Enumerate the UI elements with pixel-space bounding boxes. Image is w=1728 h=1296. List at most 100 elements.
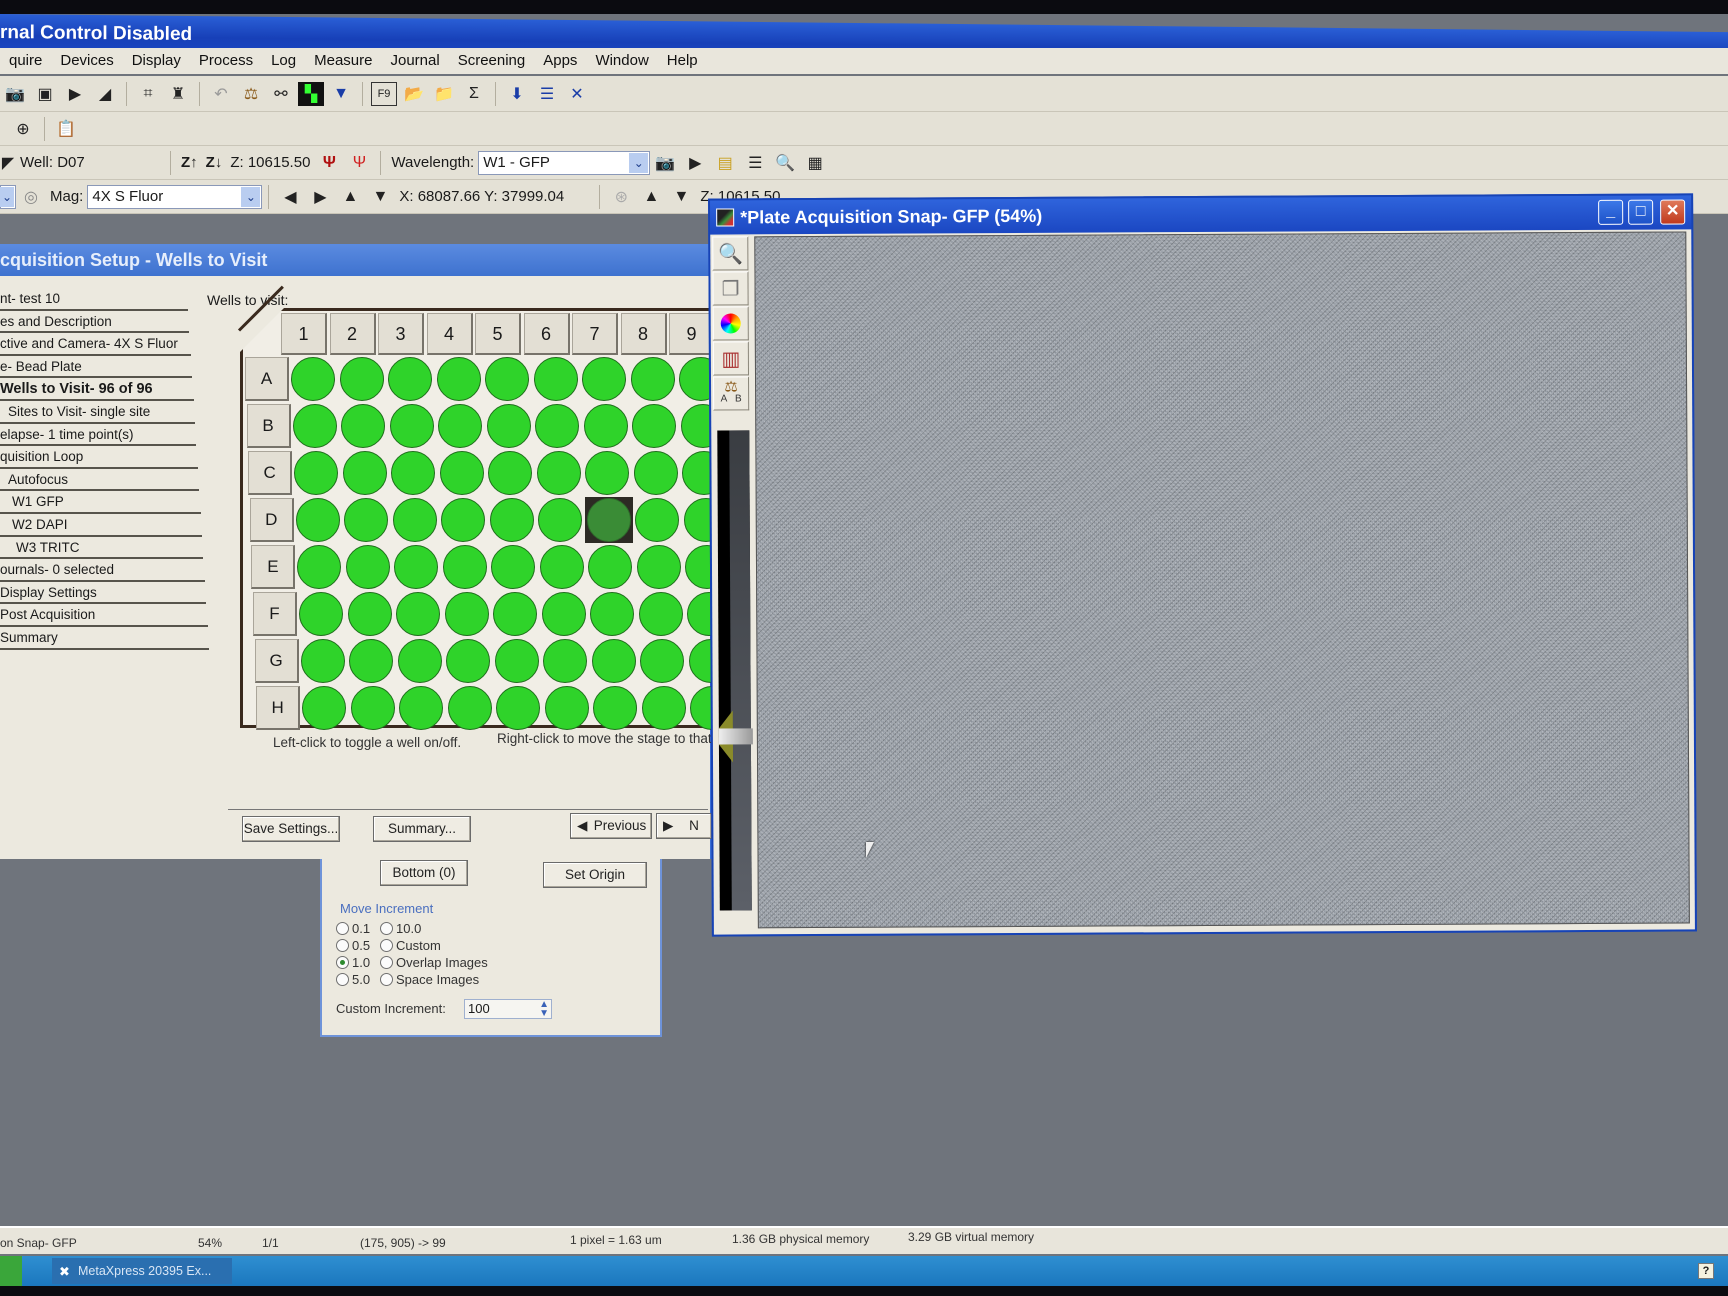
well-D3[interactable] (392, 498, 437, 542)
increment-radio-0-1[interactable]: 0.1 (336, 921, 370, 936)
setup-nav-item[interactable]: elapse- 1 time point(s) (0, 424, 197, 447)
previous-button[interactable]: ◀ Previous (570, 813, 652, 839)
lut-slider-thumb[interactable] (718, 728, 753, 745)
increment-radio-5-0[interactable]: 5.0 (336, 972, 370, 987)
well-E7[interactable] (588, 545, 633, 589)
well-E5[interactable] (491, 545, 536, 589)
next-button[interactable]: ▶ N (656, 813, 712, 839)
increment-radio-custom[interactable]: Custom (380, 938, 441, 953)
well-B3[interactable] (389, 404, 434, 448)
stage-right-icon[interactable]: ▶ (307, 185, 333, 209)
setup-nav-item[interactable]: Sites to Visit- single site (0, 401, 195, 424)
increment-radio-1-0[interactable]: 1.0 (336, 955, 370, 970)
row-header-C[interactable]: C (248, 451, 293, 495)
well-G8[interactable] (640, 639, 685, 683)
well-A4[interactable] (436, 357, 481, 401)
well-C1[interactable] (294, 451, 339, 495)
well-F1[interactable] (299, 592, 343, 636)
radio-circle-icon[interactable] (336, 956, 349, 969)
plate-list-icon[interactable]: ☰ (534, 82, 560, 106)
well-B2[interactable] (341, 404, 386, 448)
well-E6[interactable] (539, 545, 584, 589)
summary-button[interactable]: Summary... (373, 816, 471, 842)
well-H6[interactable] (544, 686, 589, 730)
plate-search-icon[interactable]: 🔍 (772, 151, 798, 175)
chevron-down-icon[interactable]: ⌄ (241, 186, 261, 207)
row-header-F[interactable]: F (253, 592, 297, 636)
balance-ab-icon[interactable]: ⚖ A B (713, 376, 750, 411)
well-G1[interactable] (300, 639, 345, 683)
spin-arrows-icon[interactable]: ▲ ▼ (539, 1000, 549, 1019)
well-B8[interactable] (632, 404, 677, 448)
well-D2[interactable] (344, 498, 389, 542)
well-E1[interactable] (297, 545, 342, 589)
radio-circle-icon[interactable] (380, 973, 393, 986)
menu-item-log[interactable]: Log (262, 52, 305, 74)
f9-icon[interactable]: F9 (371, 81, 397, 106)
minimize-button[interactable]: _ (1598, 199, 1624, 225)
radio-circle-icon[interactable] (380, 939, 393, 952)
menu-item-apps[interactable]: Apps (534, 52, 586, 74)
radio-circle-icon[interactable] (336, 939, 349, 952)
row-header-H[interactable]: H (256, 686, 301, 730)
well-G7[interactable] (591, 639, 636, 683)
close-button[interactable]: ✕ (1660, 199, 1686, 225)
wavelength-select[interactable]: W1 - GFP ⌄ (478, 150, 651, 175)
image-window-titlebar[interactable]: *Plate Acquisition Snap- GFP (54%) _ □ ✕ (710, 195, 1692, 235)
setup-nav-item[interactable]: ctive and Camera- 4X S Fluor (0, 333, 191, 356)
well-F4[interactable] (444, 592, 489, 636)
increment-radio-0-5[interactable]: 0.5 (336, 938, 370, 953)
radio-circle-icon[interactable] (336, 922, 349, 935)
acquire-ramp-icon[interactable]: ◢ (92, 82, 118, 106)
menu-item-measure[interactable]: Measure (305, 52, 381, 74)
lut-max-handle[interactable] (718, 710, 733, 729)
z-up-button[interactable]: Z↑ (181, 154, 198, 171)
well-E8[interactable] (636, 545, 681, 589)
well-G6[interactable] (543, 639, 588, 683)
radio-circle-icon[interactable] (380, 956, 393, 969)
well-A3[interactable] (388, 357, 432, 401)
well-F3[interactable] (396, 592, 440, 636)
stage-left-icon[interactable]: ◀ (277, 185, 303, 209)
well-C3[interactable] (391, 451, 436, 495)
clipboard-icon[interactable]: 📋 (53, 117, 79, 141)
mag-select[interactable]: 4X S Fluor ⌄ (87, 184, 263, 209)
well-H5[interactable] (496, 686, 541, 730)
add-region-icon[interactable]: ⊕ (10, 117, 36, 141)
well-C2[interactable] (342, 451, 387, 495)
well-C6[interactable] (536, 451, 581, 495)
plate-open-icon[interactable]: ▤ (712, 151, 738, 175)
row-header-B[interactable]: B (246, 404, 291, 448)
setup-nav-item[interactable]: nt- test 10 (0, 288, 188, 311)
objective-dropdown[interactable]: ⌄ (0, 184, 16, 209)
setup-nav-item[interactable]: Post Acquisition (0, 604, 208, 627)
plate-down-icon[interactable]: ⬇ (504, 82, 530, 106)
column-header-2[interactable]: 2 (329, 313, 376, 355)
acquire-start-icon[interactable]: ▶ (62, 82, 88, 106)
well-H2[interactable] (350, 686, 395, 730)
objective-turret-icon[interactable]: ◎ (18, 185, 44, 209)
well-H3[interactable] (399, 686, 444, 730)
well-C4[interactable] (439, 451, 484, 495)
well-E4[interactable] (442, 545, 487, 589)
plate-camera-icon[interactable]: ▦ (802, 151, 828, 175)
setup-nav-item[interactable]: Autofocus (0, 469, 200, 492)
well-C5[interactable] (488, 451, 533, 495)
focus-down-icon[interactable]: ▼ (668, 185, 694, 209)
bottom-button[interactable]: Bottom (0) (380, 860, 468, 886)
well-A8[interactable] (630, 357, 675, 401)
setup-nav-item[interactable]: W3 TRITC (0, 537, 204, 560)
open-plate-icon[interactable]: 📁 (431, 82, 457, 106)
setup-nav-item[interactable]: quisition Loop (0, 446, 198, 469)
well-A5[interactable] (485, 357, 529, 401)
setup-nav-item[interactable]: Display Settings (0, 582, 207, 605)
well-H8[interactable] (641, 686, 686, 730)
setup-nav-item[interactable]: ournals- 0 selected (0, 559, 205, 582)
well-G4[interactable] (446, 639, 491, 683)
well-F8[interactable] (638, 592, 683, 636)
plate-list2-icon[interactable]: ☰ (742, 151, 768, 175)
column-header-3[interactable]: 3 (378, 313, 424, 355)
column-header-1[interactable]: 1 (281, 313, 327, 355)
setup-nav-item[interactable]: es and Description (0, 311, 190, 334)
menu-item-process[interactable]: Process (190, 52, 262, 74)
